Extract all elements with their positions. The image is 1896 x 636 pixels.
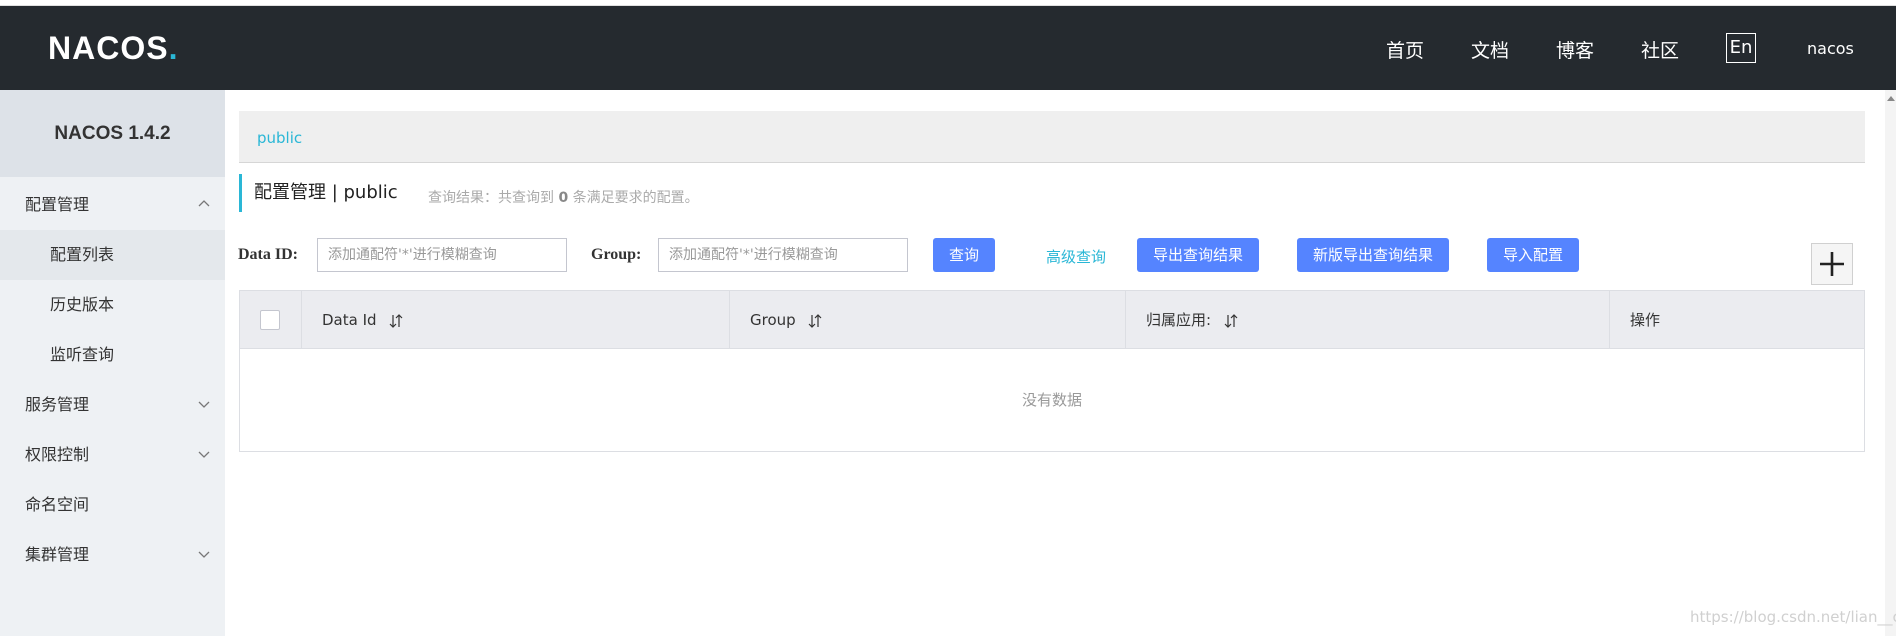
select-all-cell [240, 291, 302, 349]
watermark-text: https://blog.csdn.net/lian__c [1690, 608, 1896, 626]
top-header: NACOS. 首页 文档 博客 社区 En nacos [0, 6, 1896, 90]
query-summary: 查询结果：共查询到 0 条满足要求的配置。 [428, 187, 699, 207]
language-switch-button[interactable]: En [1726, 33, 1756, 63]
select-all-checkbox[interactable] [260, 310, 280, 330]
sidebar-item-label: 权限控制 [25, 445, 90, 464]
logo-text-right: S [146, 30, 169, 66]
chevron-down-icon [198, 401, 210, 408]
sort-icon[interactable] [1224, 313, 1238, 329]
dataid-input[interactable]: 添加通配符'*'进行模糊查询 [317, 238, 567, 272]
namespace-tab-public[interactable]: public [257, 129, 302, 147]
chevron-up-icon [198, 200, 210, 207]
logo-dot: . [168, 30, 179, 66]
sidebar-item-label: 历史版本 [50, 295, 115, 314]
column-header-actions: 操作 [1610, 291, 1864, 349]
plus-icon [1820, 252, 1844, 276]
logo-text-left: NA [48, 30, 97, 66]
dataid-label: Data ID: [238, 246, 298, 263]
sidebar-item-namespace[interactable]: 命名空间 [0, 480, 225, 530]
logo-text-middle: CO [96, 30, 147, 66]
sidebar-item-label: 配置管理 [25, 195, 90, 214]
summary-suffix: 条满足要求的配置。 [572, 190, 699, 206]
nav-home[interactable]: 首页 [1386, 36, 1424, 63]
group-placeholder: 添加通配符'*'进行模糊查询 [669, 247, 838, 263]
sidebar-item-service-management[interactable]: 服务管理 [0, 380, 225, 430]
advanced-query-link[interactable]: 高级查询 [1046, 246, 1106, 267]
export-button[interactable]: 导出查询结果 [1137, 238, 1259, 272]
sidebar-item-cluster-management[interactable]: 集群管理 [0, 530, 225, 580]
config-table: Data Id Group 归属应用: 操作 没有数据 [239, 290, 1865, 452]
summary-prefix: 查询结果：共查询到 [428, 190, 554, 206]
sidebar-item-config-management[interactable]: 配置管理 [0, 180, 225, 230]
namespace-bar: public [239, 111, 1865, 163]
table-header: Data Id Group 归属应用: 操作 [240, 291, 1864, 349]
sidebar-item-label: 服务管理 [25, 395, 90, 414]
sidebar-item-label: 配置列表 [50, 245, 115, 264]
sidebar-item-label: 命名空间 [25, 495, 90, 514]
sort-icon[interactable] [389, 313, 403, 329]
group-label: Group: [591, 246, 642, 263]
dataid-placeholder: 添加通配符'*'进行模糊查询 [328, 247, 497, 263]
sidebar: NACOS 1.4.2 配置管理 配置列表 历史版本 监听查询 服务管理 权限控… [0, 90, 225, 636]
page-title: 配置管理 | public [254, 182, 398, 203]
sidebar-item-listener-query[interactable]: 监听查询 [0, 330, 225, 380]
table-empty-message: 没有数据 [1021, 391, 1082, 409]
column-header-dataid[interactable]: Data Id [302, 291, 730, 349]
nav-blog[interactable]: 博客 [1556, 36, 1594, 63]
nacos-logo[interactable]: NACOS. [48, 30, 178, 67]
column-header-app[interactable]: 归属应用: [1126, 291, 1610, 349]
sidebar-item-label: 集群管理 [25, 545, 90, 564]
nav-community[interactable]: 社区 [1641, 36, 1679, 63]
sort-icon[interactable] [808, 313, 822, 329]
user-name[interactable]: nacos [1807, 39, 1854, 58]
group-input[interactable]: 添加通配符'*'进行模糊查询 [658, 238, 908, 272]
sidebar-item-label: 监听查询 [50, 345, 115, 364]
column-label: Group [750, 311, 796, 329]
column-label: Data Id [322, 311, 377, 329]
page-title-bar: 配置管理 | public [239, 174, 398, 212]
summary-count: 0 [558, 190, 569, 206]
sidebar-item-history[interactable]: 历史版本 [0, 280, 225, 330]
chevron-down-icon [198, 451, 210, 458]
column-label: 归属应用: [1146, 311, 1212, 329]
export-new-button[interactable]: 新版导出查询结果 [1297, 238, 1449, 272]
column-label: 操作 [1630, 311, 1661, 329]
chevron-down-icon [198, 551, 210, 558]
query-button[interactable]: 查询 [933, 238, 995, 272]
nav-docs[interactable]: 文档 [1471, 36, 1509, 63]
version-label: NACOS 1.4.2 [0, 90, 225, 177]
sidebar-item-config-list[interactable]: 配置列表 [0, 230, 225, 280]
add-config-button[interactable] [1811, 243, 1853, 285]
import-button[interactable]: 导入配置 [1487, 238, 1579, 272]
sidebar-item-access-control[interactable]: 权限控制 [0, 430, 225, 480]
column-header-group[interactable]: Group [730, 291, 1126, 349]
main-content: public 配置管理 | public 查询结果：共查询到 0 条满足要求的配… [225, 90, 1885, 636]
scroll-up-arrow-icon[interactable] [1887, 96, 1895, 101]
vertical-scrollbar[interactable] [1885, 90, 1896, 636]
